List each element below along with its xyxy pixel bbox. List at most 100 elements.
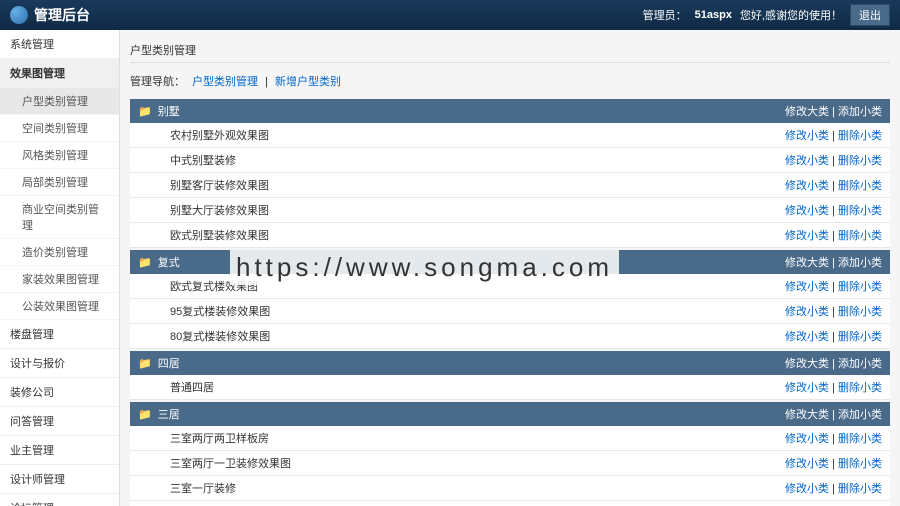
sidebar-item-13[interactable]: 问答管理 <box>0 407 119 436</box>
add-subcategory-link[interactable]: 添加小类 <box>838 358 882 370</box>
header-right: 管理员： 51aspx 您好,感谢您的使用！ 退出 <box>643 4 890 26</box>
item-actions: 修改小类 | 删除小类 <box>785 278 882 294</box>
item-name: 80复式楼装修效果图 <box>170 328 270 344</box>
item-row: 中式别墅装修 修改小类 | 删除小类 <box>130 148 890 173</box>
welcome-text: 您好,感谢您的使用！ <box>740 7 842 23</box>
sidebar-item-5[interactable]: 局部类别管理 <box>0 169 119 196</box>
sidebar-item-14[interactable]: 业主管理 <box>0 436 119 465</box>
sidebar-item-0[interactable]: 系统管理 <box>0 30 119 59</box>
edit-item-link[interactable]: 修改小类 <box>785 458 829 470</box>
sidebar-item-3[interactable]: 空间类别管理 <box>0 115 119 142</box>
sidebar-item-4[interactable]: 风格类别管理 <box>0 142 119 169</box>
sidebar-item-7[interactable]: 造价类别管理 <box>0 239 119 266</box>
item-actions: 修改小类 | 删除小类 <box>785 177 882 193</box>
edit-category-link[interactable]: 修改大类 <box>785 106 829 118</box>
item-name: 别墅大厅装修效果图 <box>170 202 269 218</box>
delete-item-link[interactable]: 删除小类 <box>838 155 882 167</box>
delete-item-link[interactable]: 删除小类 <box>838 230 882 242</box>
item-row: 三室一厅装修图修改小类 | 删除小类 <box>130 501 890 506</box>
breadcrumb-link-1[interactable]: 户型类别管理 <box>192 76 258 88</box>
category-list: 📁别墅修改大类 | 添加小类农村别墅外观效果图修改小类 | 删除小类中式别墅装修… <box>130 99 890 506</box>
item-name: 别墅客厅装修效果图 <box>170 177 269 193</box>
edit-item-link[interactable]: 修改小类 <box>785 130 829 142</box>
username: 51aspx <box>695 9 732 21</box>
main: 系统管理效果图管理户型类别管理空间类别管理风格类别管理局部类别管理商业空间类别管… <box>0 30 900 506</box>
item-actions: 修改小类 | 删除小类 <box>785 152 882 168</box>
edit-item-link[interactable]: 修改小类 <box>785 433 829 445</box>
delete-item-link[interactable]: 删除小类 <box>838 483 882 495</box>
item-row: 三室两厅一卫装修效果图修改小类 | 删除小类 <box>130 451 890 476</box>
sidebar-item-16[interactable]: 论坛管理 <box>0 494 119 506</box>
item-actions: 修改小类 | 删除小类 <box>785 303 882 319</box>
folder-icon: 📁 <box>138 357 152 370</box>
item-name: 中式别墅装修 <box>170 152 236 168</box>
sidebar-item-8[interactable]: 家装效果图管理 <box>0 266 119 293</box>
delete-item-link[interactable]: 删除小类 <box>838 331 882 343</box>
item-row: 三室两厅两卫样板房 修改小类 | 删除小类 <box>130 426 890 451</box>
folder-icon: 📁 <box>138 105 152 118</box>
sidebar-item-2[interactable]: 户型类别管理 <box>0 88 119 115</box>
delete-item-link[interactable]: 删除小类 <box>838 205 882 217</box>
sidebar-item-12[interactable]: 装修公司 <box>0 378 119 407</box>
item-actions: 修改小类 | 删除小类 <box>785 430 882 446</box>
category-name: 别墅 <box>158 103 180 119</box>
sidebar-item-15[interactable]: 设计师管理 <box>0 465 119 494</box>
logo-icon <box>10 6 28 24</box>
app-title: 管理后台 <box>34 5 90 25</box>
logout-button[interactable]: 退出 <box>850 4 890 26</box>
item-row: 欧式复式楼效果图 修改小类 | 删除小类 <box>130 274 890 299</box>
category-actions: 修改大类 | 添加小类 <box>785 355 882 371</box>
category-header-3: 📁三居修改大类 | 添加小类 <box>130 402 890 426</box>
item-row: 普通四居 修改小类 | 删除小类 <box>130 375 890 400</box>
item-name: 欧式复式楼效果图 <box>170 278 258 294</box>
edit-item-link[interactable]: 修改小类 <box>785 306 829 318</box>
sidebar-item-9[interactable]: 公装效果图管理 <box>0 293 119 320</box>
category-name: 四居 <box>158 355 180 371</box>
sidebar-item-11[interactable]: 设计与报价 <box>0 349 119 378</box>
edit-category-link[interactable]: 修改大类 <box>785 358 829 370</box>
delete-item-link[interactable]: 删除小类 <box>838 433 882 445</box>
edit-item-link[interactable]: 修改小类 <box>785 180 829 192</box>
folder-icon: 📁 <box>138 256 152 269</box>
sidebar-item-10[interactable]: 楼盘管理 <box>0 320 119 349</box>
item-name: 三室一厅装修 <box>170 480 236 496</box>
panel-title: 户型类别管理 <box>130 38 890 63</box>
edit-item-link[interactable]: 修改小类 <box>785 155 829 167</box>
edit-item-link[interactable]: 修改小类 <box>785 331 829 343</box>
item-actions: 修改小类 | 删除小类 <box>785 480 882 496</box>
add-subcategory-link[interactable]: 添加小类 <box>838 257 882 269</box>
item-actions: 修改小类 | 删除小类 <box>785 379 882 395</box>
item-name: 普通四居 <box>170 379 214 395</box>
edit-category-link[interactable]: 修改大类 <box>785 257 829 269</box>
add-subcategory-link[interactable]: 添加小类 <box>838 409 882 421</box>
delete-item-link[interactable]: 删除小类 <box>838 281 882 293</box>
delete-item-link[interactable]: 删除小类 <box>838 458 882 470</box>
edit-category-link[interactable]: 修改大类 <box>785 409 829 421</box>
delete-item-link[interactable]: 删除小类 <box>838 306 882 318</box>
item-name: 三室两厅一卫装修效果图 <box>170 455 291 471</box>
item-name: 三室两厅两卫样板房 <box>170 430 269 446</box>
edit-item-link[interactable]: 修改小类 <box>785 281 829 293</box>
item-row: 别墅客厅装修效果图 修改小类 | 删除小类 <box>130 173 890 198</box>
delete-item-link[interactable]: 删除小类 <box>838 130 882 142</box>
delete-item-link[interactable]: 删除小类 <box>838 180 882 192</box>
edit-item-link[interactable]: 修改小类 <box>785 382 829 394</box>
admin-label: 管理员： <box>643 7 687 23</box>
category-header-1: 📁复式修改大类 | 添加小类 <box>130 250 890 274</box>
sidebar-item-1[interactable]: 效果图管理 <box>0 59 119 88</box>
category-name: 复式 <box>158 254 180 270</box>
content: 户型类别管理 管理导航： 户型类别管理 | 新增户型类别 📁别墅修改大类 | 添… <box>120 30 900 506</box>
delete-item-link[interactable]: 删除小类 <box>838 382 882 394</box>
item-row: 欧式别墅装修效果图修改小类 | 删除小类 <box>130 223 890 248</box>
breadcrumb-link-2[interactable]: 新增户型类别 <box>275 76 341 88</box>
edit-item-link[interactable]: 修改小类 <box>785 483 829 495</box>
sidebar-item-6[interactable]: 商业空间类别管理 <box>0 196 119 239</box>
item-row: 别墅大厅装修效果图修改小类 | 删除小类 <box>130 198 890 223</box>
header: 管理后台 管理员： 51aspx 您好,感谢您的使用！ 退出 <box>0 0 900 30</box>
edit-item-link[interactable]: 修改小类 <box>785 205 829 217</box>
category-actions: 修改大类 | 添加小类 <box>785 103 882 119</box>
item-name: 95复式楼装修效果图 <box>170 303 270 319</box>
add-subcategory-link[interactable]: 添加小类 <box>838 106 882 118</box>
edit-item-link[interactable]: 修改小类 <box>785 230 829 242</box>
item-row: 三室一厅装修 修改小类 | 删除小类 <box>130 476 890 501</box>
